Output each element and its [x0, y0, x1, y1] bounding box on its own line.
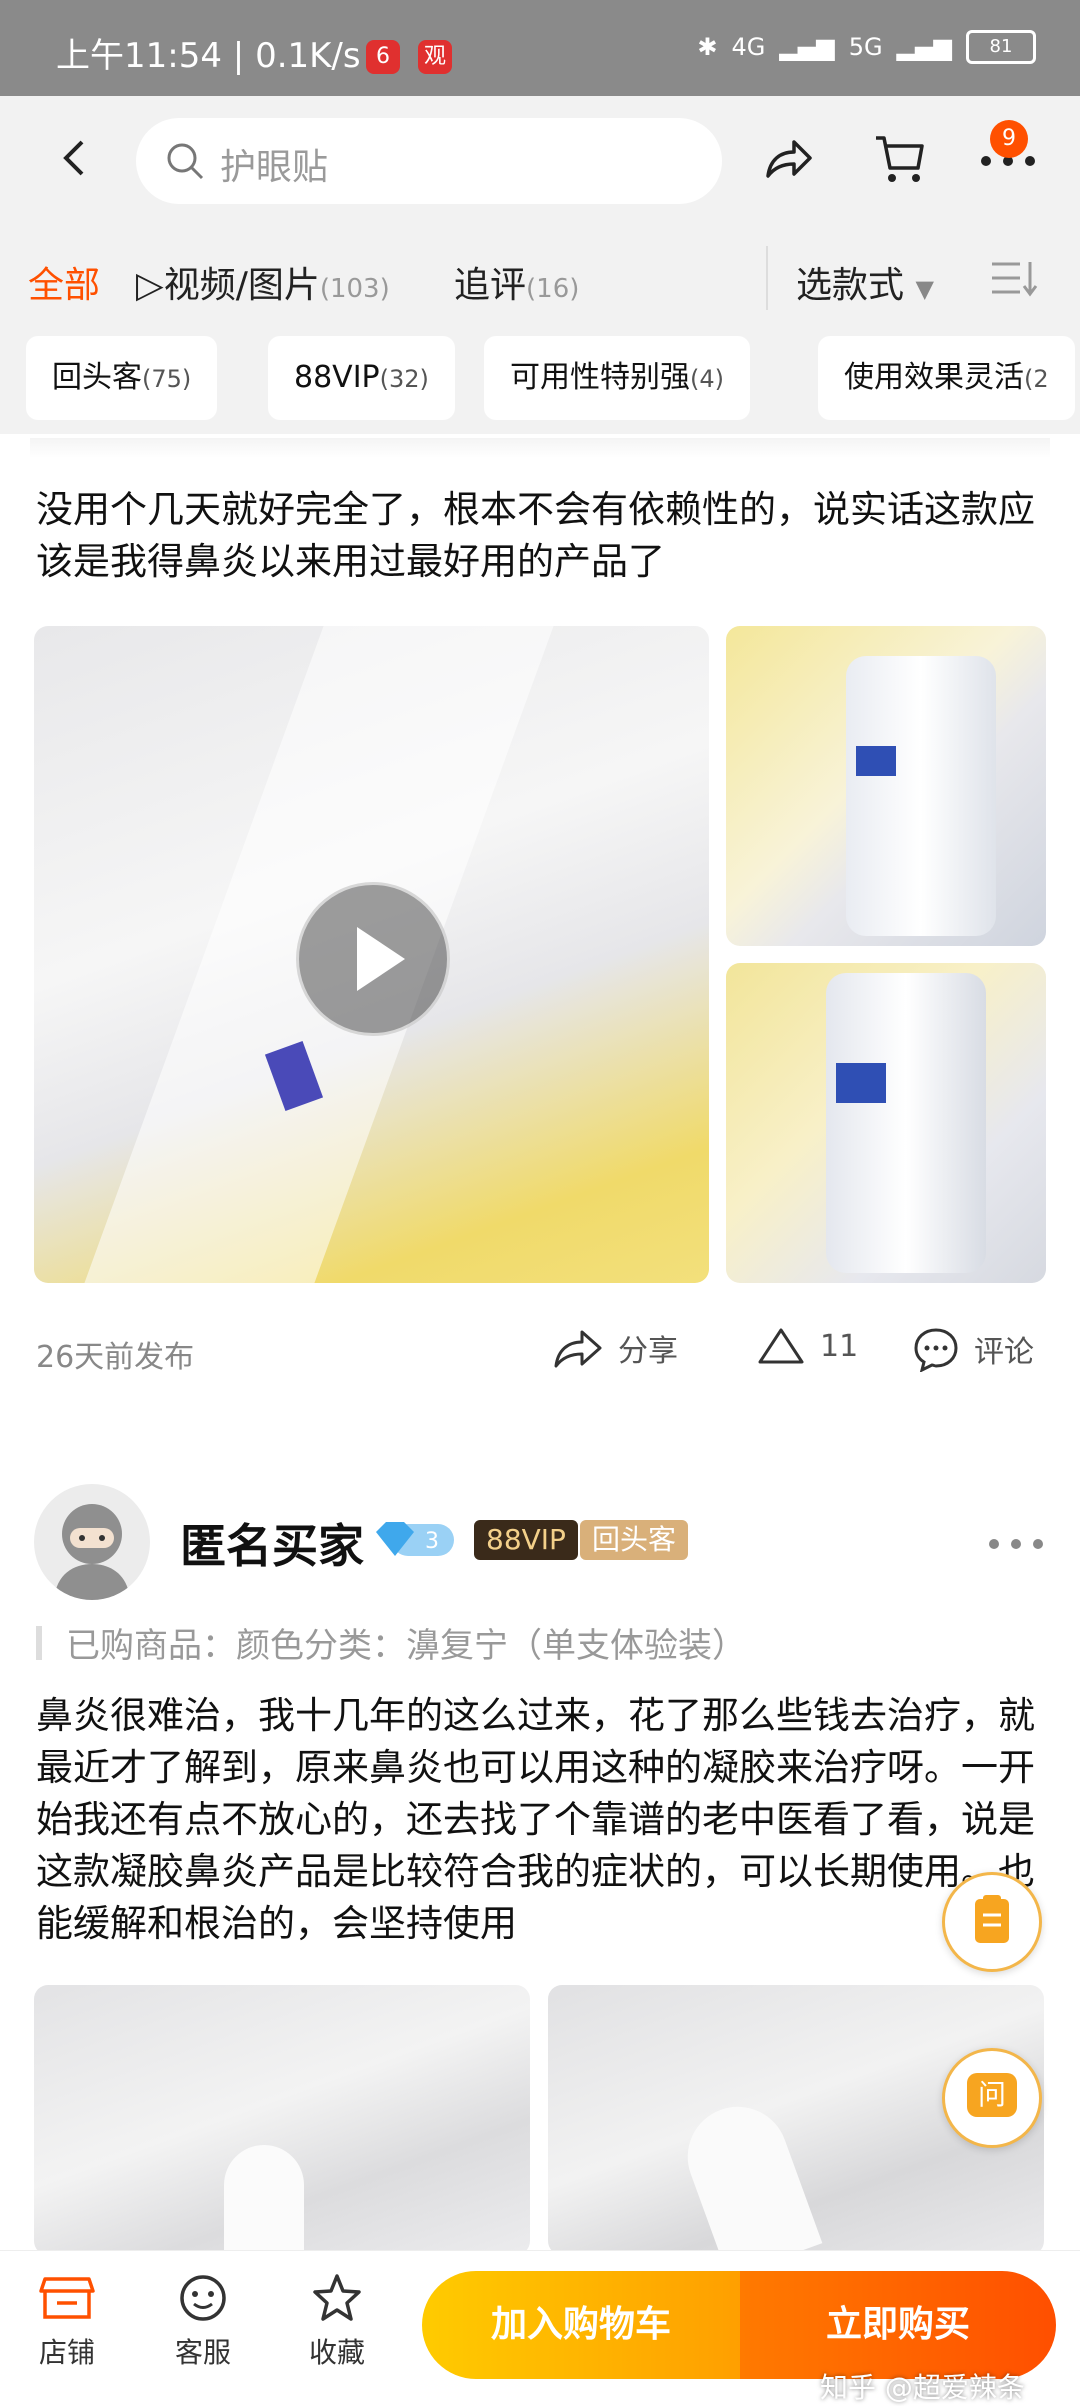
- tab-divider: [766, 246, 768, 310]
- style-selector[interactable]: 选款式 ▼: [796, 256, 934, 308]
- review-image[interactable]: [34, 1985, 530, 2255]
- review-filter-tabs: 全部 ▷视频/图片(103) 追评(16) 选款式 ▼: [0, 228, 1080, 328]
- buy-now-button[interactable]: 立即购买: [740, 2271, 1056, 2379]
- comment-action[interactable]: 评论: [912, 1326, 1034, 1372]
- tab-video-image[interactable]: ▷视频/图片(103): [136, 256, 390, 308]
- returning-customer-badge: 回头客: [580, 1520, 689, 1560]
- like-action[interactable]: 11: [756, 1326, 858, 1366]
- ask-icon: 问: [967, 2073, 1017, 2117]
- search-icon: [167, 143, 204, 180]
- floating-clipboard-button[interactable]: [942, 1872, 1042, 1972]
- bluetooth-icon: ✱: [697, 33, 718, 61]
- comment-icon: [914, 1328, 958, 1372]
- review-image[interactable]: [726, 963, 1046, 1283]
- customer-service-button[interactable]: 客服: [148, 2273, 258, 2371]
- add-to-cart-button[interactable]: 加入购物车: [422, 2271, 740, 2379]
- diamond-icon: 3: [376, 1522, 454, 1556]
- tag-chips: 回头客(75) 88VIP(32) 可用性特别强(4) 使用效果灵活(2: [0, 328, 1080, 434]
- review-date: 26天前发布: [36, 1340, 195, 1375]
- favorite-button[interactable]: 收藏: [282, 2273, 392, 2371]
- svg-text:3: 3: [425, 1529, 439, 1554]
- 88vip-badge: 88VIP: [474, 1520, 578, 1560]
- filter-icon[interactable]: [990, 258, 1038, 298]
- review-text: 鼻炎很难治，我十几年的这么过来，花了那么些钱去治疗，就最近才了解到，原来鼻炎也可…: [36, 1694, 1035, 1945]
- search-input[interactable]: 护眼贴: [136, 118, 722, 204]
- status-right: ✱ 4G ▂▄▆ 5G ▂▄▆ 81: [697, 30, 1036, 64]
- app-notification-icon: 6: [366, 40, 400, 74]
- purchased-item-info: 已购商品：颜色分类：濞复宁（单支体验装）: [36, 1618, 746, 1667]
- play-circle-icon: ▷: [136, 265, 164, 306]
- caret-down-icon: ▼: [915, 275, 934, 303]
- status-time: 上午11:54 | 0.1K/s: [56, 36, 361, 76]
- watermark: 知乎 @超爱辣条: [820, 2371, 1025, 2404]
- chip-effect[interactable]: 使用效果灵活(2: [818, 336, 1075, 420]
- review-text: 没用个几天就好完全了，根本不会有依赖性的，说实话这款应该是我得鼻炎以来用过最好用…: [36, 488, 1035, 583]
- share-icon: [554, 1330, 602, 1368]
- play-icon: [357, 927, 405, 991]
- share-icon[interactable]: [760, 132, 816, 188]
- app-notification-icon: 观: [418, 40, 452, 74]
- store-button[interactable]: 店铺: [12, 2273, 122, 2371]
- username: 匿名买家: [180, 1519, 364, 1573]
- network-label: 4G: [731, 33, 766, 61]
- anonymous-avatar-icon: [54, 1504, 130, 1600]
- like-count: 11: [820, 1328, 859, 1364]
- network-label: 5G: [848, 33, 883, 61]
- tab-follow-up[interactable]: 追评(16): [454, 256, 579, 308]
- cart-count-badge: 9: [990, 120, 1028, 158]
- vip-level-badge: 3: [372, 1518, 458, 1562]
- store-icon: [39, 2277, 95, 2319]
- tab-all[interactable]: 全部: [28, 256, 100, 308]
- cut-off-line: [30, 438, 1050, 458]
- chip-usability[interactable]: 可用性特别强(4): [484, 336, 750, 420]
- signal-icon: ▂▄▆: [779, 33, 835, 61]
- chip-returning-customer[interactable]: 回头客(75): [26, 336, 218, 420]
- battery-icon: 81: [966, 30, 1036, 64]
- service-icon: [180, 2275, 226, 2321]
- store-label: 店铺: [38, 2336, 95, 2369]
- top-nav: 护眼贴 9: [0, 96, 1080, 228]
- floating-ask-button[interactable]: 问: [942, 2048, 1042, 2148]
- cart-icon[interactable]: [872, 130, 928, 186]
- star-icon: [313, 2274, 361, 2321]
- service-label: 客服: [174, 2336, 231, 2369]
- clipboard-icon: [975, 1895, 1009, 1943]
- comment-label: 评论: [974, 1335, 1034, 1370]
- more-icon[interactable]: [986, 1536, 1046, 1552]
- back-icon[interactable]: [52, 134, 100, 182]
- chip-88vip[interactable]: 88VIP(32): [268, 336, 455, 420]
- play-button[interactable]: [296, 882, 450, 1036]
- avatar[interactable]: [34, 1484, 150, 1600]
- favorite-label: 收藏: [308, 2336, 365, 2369]
- section-divider: [0, 1430, 1080, 1444]
- status-bar: 上午11:54 | 0.1K/s 6 观 ✱ 4G ▂▄▆ 5G ▂▄▆ 81: [0, 0, 1080, 96]
- like-icon: [758, 1328, 804, 1364]
- share-action[interactable]: 分享: [552, 1326, 678, 1370]
- share-label: 分享: [618, 1334, 678, 1369]
- search-placeholder: 护眼贴: [220, 147, 329, 188]
- review-image[interactable]: [726, 626, 1046, 946]
- signal-icon: ▂▄▆: [896, 33, 952, 61]
